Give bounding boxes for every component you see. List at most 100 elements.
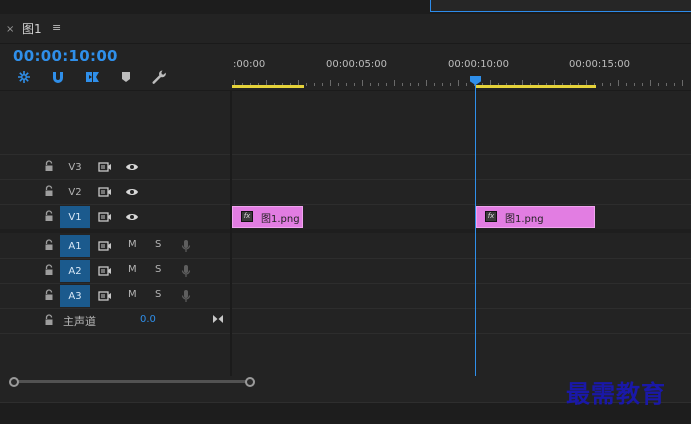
ruler-tick: [442, 83, 443, 86]
sync-lock-icon[interactable]: [97, 264, 113, 278]
ruler-tick: [634, 83, 635, 86]
snap-magnet-icon[interactable]: [50, 69, 66, 85]
ruler-tick: [378, 83, 379, 86]
ruler-tick: [466, 83, 467, 86]
clip-name: 图1.png: [505, 214, 544, 225]
playhead-timecode[interactable]: 00:00:10:00: [13, 47, 118, 65]
scrollbar-left-handle[interactable]: [9, 377, 19, 387]
sync-lock-icon[interactable]: [97, 160, 113, 174]
track-header-v1: V1: [0, 205, 230, 229]
ruler-label: 00:00:10:00: [448, 59, 510, 70]
ruler-tick: [330, 80, 331, 86]
track-label[interactable]: V2: [60, 181, 90, 203]
ruler-tick: [338, 83, 339, 86]
lock-icon[interactable]: [44, 264, 56, 278]
ruler-tick: [322, 83, 323, 86]
lock-icon[interactable]: [44, 239, 56, 253]
sync-lock-icon[interactable]: [97, 289, 113, 303]
go-to-end-icon[interactable]: [210, 312, 226, 326]
top-panel-strip: [0, 0, 691, 14]
eye-icon[interactable]: [124, 210, 140, 224]
av-divider[interactable]: [0, 229, 691, 233]
microphone-icon[interactable]: [178, 264, 194, 278]
lock-icon[interactable]: [44, 185, 56, 199]
work-area-bar[interactable]: [232, 85, 304, 88]
lock-icon[interactable]: [44, 314, 56, 328]
ruler-tick: [370, 83, 371, 86]
ruler-tick: [434, 83, 435, 86]
solo-button[interactable]: S: [155, 264, 161, 275]
work-area-bar[interactable]: [476, 85, 596, 88]
header-lane-divider: [230, 90, 232, 376]
settings-wrench-icon[interactable]: [151, 69, 167, 85]
ruler-tick: [666, 83, 667, 86]
track-label[interactable]: V1: [60, 206, 90, 228]
ruler-tick: [674, 83, 675, 86]
fx-badge-icon: fx: [485, 211, 497, 222]
scrollbar-right-handle[interactable]: [245, 377, 255, 387]
ruler-tick: [650, 80, 651, 86]
ruler-tick: [410, 83, 411, 86]
sync-lock-icon[interactable]: [97, 210, 113, 224]
playhead-line[interactable]: [475, 80, 476, 376]
add-marker-icon[interactable]: [118, 69, 134, 85]
nest-icon[interactable]: [16, 69, 32, 85]
sequence-tab-bar: × 图1 ≡: [0, 14, 691, 44]
lock-icon[interactable]: [44, 289, 56, 303]
ruler-tick: [602, 83, 603, 86]
ruler-tick: [458, 80, 459, 86]
ruler-tick: [610, 83, 611, 86]
ruler-tick: [658, 83, 659, 86]
solo-button[interactable]: S: [155, 289, 161, 300]
ruler-label: 00:00:05:00: [326, 59, 388, 70]
zoom-scrollbar[interactable]: [14, 380, 250, 383]
ruler-tick: [314, 83, 315, 86]
eye-icon[interactable]: [124, 160, 140, 174]
ruler-tick: [418, 83, 419, 86]
ruler-tick: [362, 80, 363, 86]
ruler-tick: [354, 83, 355, 86]
clip-name: 图1.png: [261, 214, 300, 225]
ruler-tick: [306, 83, 307, 86]
microphone-icon[interactable]: [178, 289, 194, 303]
fx-badge-icon: fx: [241, 211, 253, 222]
track-label[interactable]: A1: [60, 235, 90, 257]
lock-icon[interactable]: [44, 160, 56, 174]
adjacent-panel-edge: [430, 0, 691, 12]
track-label[interactable]: A3: [60, 285, 90, 307]
sync-lock-icon[interactable]: [97, 239, 113, 253]
mute-button[interactable]: M: [128, 289, 137, 300]
sequence-tab-title[interactable]: 图1: [22, 20, 42, 37]
ruler-tick: [626, 83, 627, 86]
panel-menu-icon[interactable]: ≡: [52, 21, 61, 34]
ruler-tick: [682, 80, 683, 86]
sync-lock-icon[interactable]: [97, 185, 113, 199]
track-header-a2: A2 M S: [0, 259, 230, 283]
ruler-tick: [618, 80, 619, 86]
clip-v1-2[interactable]: fx 图1.png: [476, 206, 595, 228]
master-volume-value[interactable]: 0.0: [140, 314, 156, 325]
mute-button[interactable]: M: [128, 264, 137, 275]
ruler-label: 00:00:15:00: [569, 59, 631, 70]
track-separator: [0, 333, 691, 334]
track-header-v2: V2: [0, 180, 230, 204]
solo-button[interactable]: S: [155, 239, 161, 250]
track-label[interactable]: V3: [60, 156, 90, 178]
microphone-icon[interactable]: [178, 239, 194, 253]
eye-icon[interactable]: [124, 185, 140, 199]
close-tab-icon[interactable]: ×: [6, 24, 14, 35]
mute-button[interactable]: M: [128, 239, 137, 250]
linked-selection-icon[interactable]: [84, 69, 100, 85]
ruler-tick: [426, 80, 427, 86]
lock-icon[interactable]: [44, 210, 56, 224]
clip-v1-1[interactable]: fx 图1.png: [232, 206, 303, 228]
ruler-tick: [394, 80, 395, 86]
master-track-label: 主声道: [63, 315, 96, 328]
track-label[interactable]: A2: [60, 260, 90, 282]
ruler-separator: [0, 90, 691, 91]
watermark: 最需教育: [566, 379, 666, 408]
ruler-tick: [450, 83, 451, 86]
ruler-tick: [642, 83, 643, 86]
panel-strip-dark: [0, 0, 430, 14]
track-header-master: 主声道 0.0: [0, 309, 230, 333]
